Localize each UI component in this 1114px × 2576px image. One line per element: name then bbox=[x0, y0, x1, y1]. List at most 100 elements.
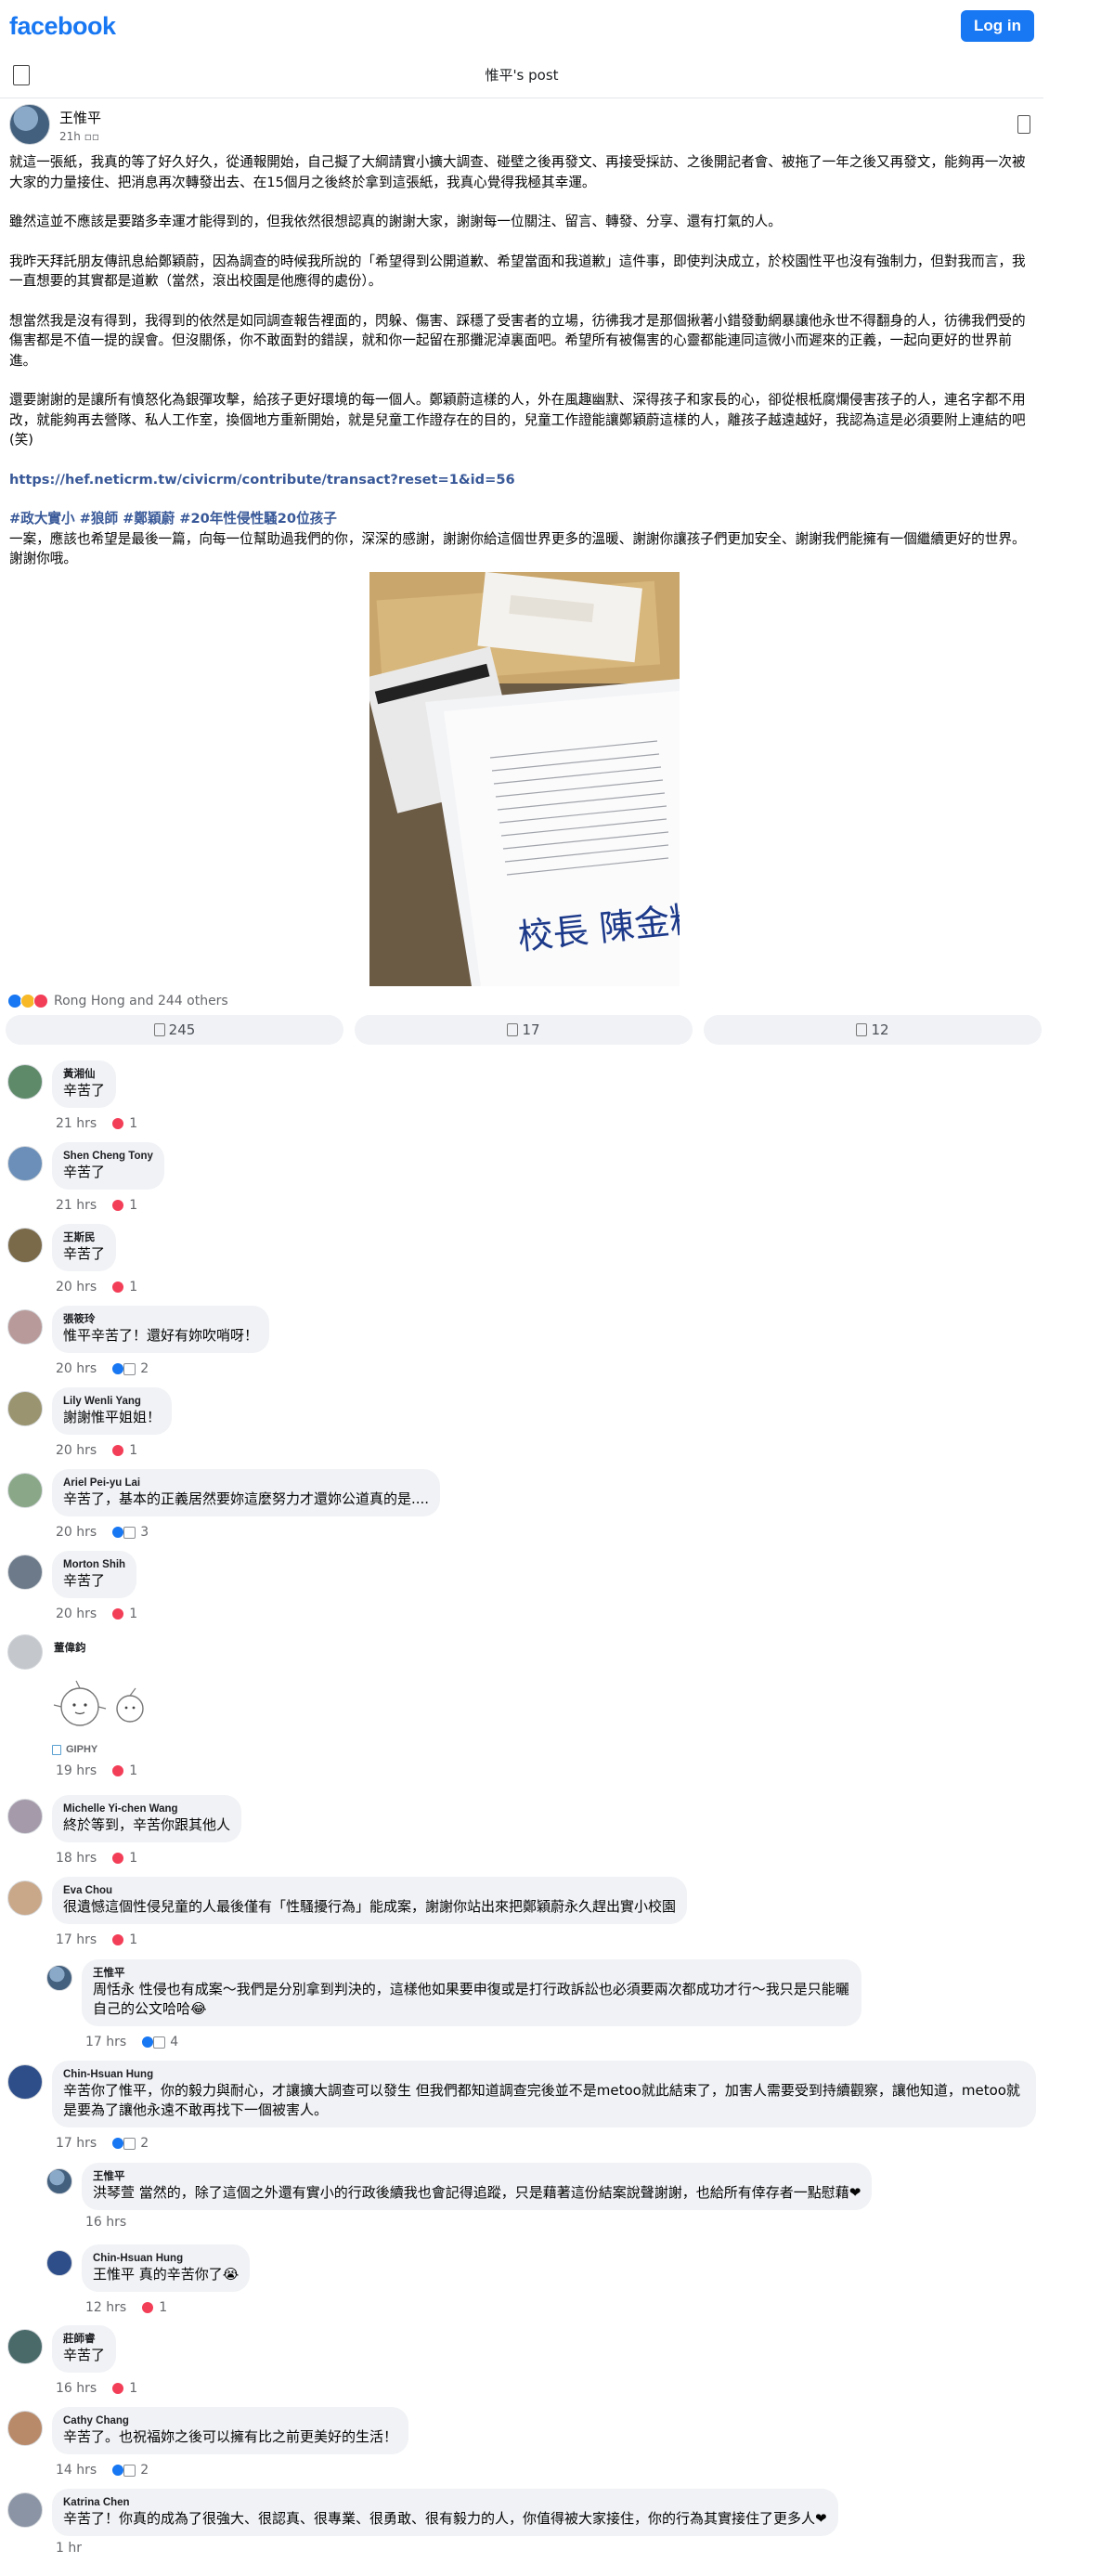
comment-time[interactable]: 12 hrs bbox=[85, 2300, 126, 2315]
comment-reactions[interactable]: 4 bbox=[141, 2035, 178, 2049]
commenter-avatar[interactable] bbox=[46, 2250, 72, 2276]
love-icon bbox=[111, 1764, 125, 1777]
hashtags[interactable]: #政大實小 #狼師 #鄭穎蔚 #20年性侵性騷20位孩子 bbox=[9, 511, 337, 527]
comment-time[interactable]: 21 hrs bbox=[56, 1116, 97, 1131]
comment-time[interactable]: 16 hrs bbox=[85, 2215, 126, 2230]
commenter-avatar[interactable] bbox=[7, 2064, 43, 2100]
commenter-name[interactable]: 莊師睿 bbox=[63, 2333, 105, 2346]
comment: Cathy Chang 辛苦了。也祝福妳之後可以擁有比之前更美好的生活！ 14 h… bbox=[7, 2407, 409, 2480]
comment: Michelle Yi-chen Wang 終於等到，辛苦你跟其他人 18 hrs… bbox=[7, 1795, 242, 1868]
commenter-name[interactable]: 王惟平 bbox=[93, 1967, 850, 1980]
commenter-avatar[interactable] bbox=[7, 1064, 43, 1099]
commenter-avatar[interactable] bbox=[7, 2411, 43, 2446]
commenter-name[interactable]: Lily Wenli Yang bbox=[63, 1395, 161, 1408]
commenter-name[interactable]: Chin-Hsuan Hung bbox=[93, 2252, 239, 2265]
comment-reactions[interactable]: 2 bbox=[111, 2463, 149, 2478]
commenter-avatar[interactable] bbox=[7, 1555, 43, 1590]
commenter-name[interactable]: 張筱玲 bbox=[63, 1313, 258, 1326]
commenter-name[interactable]: Ariel Pei-yu Lai bbox=[63, 1477, 429, 1490]
comment-reactions[interactable]: 1 bbox=[111, 1851, 137, 1866]
commenter-name[interactable]: 王斯民 bbox=[63, 1231, 105, 1244]
login-button[interactable]: Log in bbox=[961, 10, 1034, 42]
commenter-name[interactable]: Shen Cheng Tony bbox=[63, 1150, 153, 1163]
post-header: 王惟平 21h ▫▫ bbox=[0, 98, 1043, 147]
author-avatar[interactable] bbox=[9, 104, 50, 145]
comment-reactions[interactable]: 2 bbox=[111, 2136, 149, 2151]
comment-time[interactable]: 20 hrs bbox=[56, 1280, 97, 1295]
gif-image[interactable] bbox=[52, 1659, 173, 1740]
like-icon bbox=[153, 1023, 165, 1036]
commenter-name[interactable]: 王惟平 bbox=[93, 2170, 861, 2183]
comment-time[interactable]: 20 hrs bbox=[56, 1443, 97, 1458]
comment: Shen Cheng Tony 辛苦了 21 hrs 1 bbox=[7, 1142, 164, 1216]
comment: 黃湘仙 辛苦了 21 hrs 1 bbox=[7, 1060, 137, 1134]
comment: 王斯民 辛苦了 20 hrs 1 bbox=[7, 1224, 137, 1297]
comment: 董偉鈞 GIPHY 19 hrs 1 bbox=[7, 1631, 173, 1781]
comment-reactions[interactable]: 1 bbox=[141, 2300, 167, 2315]
like-button[interactable]: 245 bbox=[6, 1015, 343, 1045]
giphy-attribution[interactable]: GIPHY bbox=[52, 1744, 173, 1755]
commenter-name[interactable]: Katrina Chen bbox=[63, 2496, 827, 2509]
comment-time[interactable]: 16 hrs bbox=[56, 2381, 97, 2396]
commenter-avatar[interactable] bbox=[7, 2492, 43, 2528]
commenter-name[interactable]: Cathy Chang bbox=[63, 2414, 397, 2427]
comment-time[interactable]: 18 hrs bbox=[56, 1851, 97, 1866]
comment-reactions[interactable]: 3 bbox=[111, 1525, 149, 1540]
love-icon bbox=[111, 1852, 125, 1865]
comment-text: 辛苦了！你真的成為了很強大、很認真、很專業、很勇敢、很有毅力的人，你值得被大家接… bbox=[63, 2510, 827, 2527]
facebook-logo[interactable]: facebook bbox=[9, 12, 116, 41]
share-button[interactable]: 12 bbox=[704, 1015, 1042, 1045]
commenter-avatar[interactable] bbox=[7, 1391, 43, 1426]
comment-text: 洪琴萱 當然的，除了這個之外還有實小的行政後續我也會記得追蹤，只是藉著這份結案說… bbox=[93, 2184, 861, 2201]
comment-reactions[interactable]: 1 bbox=[111, 1443, 137, 1458]
comment-reactions[interactable]: 1 bbox=[111, 1116, 137, 1131]
comment-time[interactable]: 17 hrs bbox=[85, 2035, 126, 2049]
commenter-name[interactable]: Morton Shih bbox=[63, 1558, 125, 1571]
comment-text: 終於等到，辛苦你跟其他人 bbox=[63, 1816, 231, 1833]
commenter-avatar[interactable] bbox=[7, 2329, 43, 2364]
comment-time[interactable]: 20 hrs bbox=[56, 1361, 97, 1376]
globe-icon: ▫▫ bbox=[80, 130, 99, 143]
comment-time[interactable]: 21 hrs bbox=[56, 1198, 97, 1213]
comment-time[interactable]: 1 hr bbox=[56, 2541, 82, 2556]
commenter-name[interactable]: Eva Chou bbox=[63, 1884, 676, 1897]
commenter-avatar[interactable] bbox=[7, 1309, 43, 1345]
commenter-name[interactable]: Chin-Hsuan Hung bbox=[63, 2068, 1025, 2081]
commenter-avatar[interactable] bbox=[46, 1965, 72, 1991]
comment-reactions[interactable]: 1 bbox=[111, 2381, 137, 2396]
donation-link[interactable]: https://hef.neticrm.tw/civicrm/contribut… bbox=[9, 472, 515, 488]
commenter-avatar[interactable] bbox=[7, 1634, 43, 1670]
comment-bubble: 莊師睿 辛苦了 bbox=[52, 2325, 117, 2373]
commenter-avatar[interactable] bbox=[7, 1880, 43, 1916]
comment-reactions[interactable]: 2 bbox=[111, 1361, 149, 1376]
comment-button[interactable]: 17 bbox=[355, 1015, 693, 1045]
comment-time[interactable]: 20 hrs bbox=[56, 1525, 97, 1540]
comment-time[interactable]: 17 hrs bbox=[56, 1932, 97, 1947]
reactions-summary[interactable]: Rong Hong and 244 others bbox=[7, 990, 228, 1012]
comment-reactions[interactable]: 1 bbox=[111, 1280, 137, 1295]
commenter-name[interactable]: 黃湘仙 bbox=[63, 1068, 105, 1081]
commenter-avatar[interactable] bbox=[7, 1228, 43, 1263]
comment-bubble: Chin-Hsuan Hung 辛苦你了惟平，你的毅力與耐心，才讓擴大調查可以發生… bbox=[52, 2061, 1036, 2127]
commenter-name[interactable]: Michelle Yi-chen Wang bbox=[63, 1802, 230, 1815]
back-icon[interactable] bbox=[13, 65, 30, 85]
post-photo[interactable]: 校長 陳金粧 bbox=[369, 572, 680, 986]
commenter-avatar[interactable] bbox=[46, 2168, 72, 2194]
comment-reactions[interactable]: 1 bbox=[111, 1198, 137, 1213]
commenter-name[interactable]: 董偉鈞 bbox=[52, 1642, 173, 1655]
comment-time[interactable]: 19 hrs bbox=[56, 1763, 97, 1778]
comment-time[interactable]: 20 hrs bbox=[56, 1607, 97, 1621]
comment-reactions[interactable]: 1 bbox=[111, 1932, 137, 1947]
commenter-avatar[interactable] bbox=[7, 1799, 43, 1834]
comment-text: 辛苦了，基本的正義居然要妳這麼努力才還妳公道真的是.... bbox=[63, 1490, 430, 1507]
more-options-icon[interactable] bbox=[1017, 115, 1030, 134]
comment-time[interactable]: 14 hrs bbox=[56, 2463, 97, 2478]
author-name[interactable]: 王惟平 bbox=[59, 108, 101, 127]
giphy-icon bbox=[52, 1744, 61, 1755]
comment-time[interactable]: 17 hrs bbox=[56, 2136, 97, 2151]
comment-reactions[interactable]: 1 bbox=[111, 1763, 137, 1778]
comment-reactions[interactable]: 1 bbox=[111, 1607, 137, 1621]
post-time[interactable]: 21h ▫▫ bbox=[59, 130, 101, 143]
commenter-avatar[interactable] bbox=[7, 1473, 43, 1508]
commenter-avatar[interactable] bbox=[7, 1146, 43, 1181]
